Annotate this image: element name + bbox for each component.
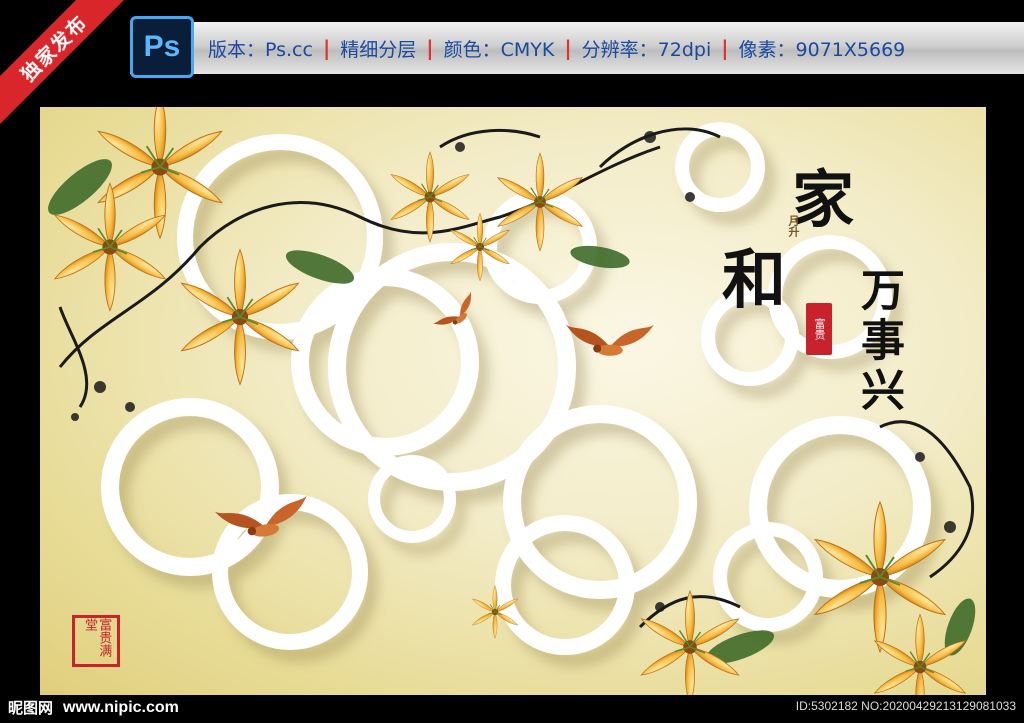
info-separator: |: [426, 36, 434, 60]
calligraphy-jia: 家: [792, 163, 855, 236]
info-layers: 精细分层: [340, 38, 417, 61]
calligraphy-wan-shi-xing: 万事兴: [853, 267, 904, 417]
site-url-link[interactable]: www.nipic.com: [63, 699, 179, 717]
info-separator: |: [721, 36, 729, 60]
image-id: ID:5302182 NO:20200429213129081033: [795, 699, 1016, 713]
site-name: 昵图网: [8, 699, 54, 717]
info-items: 版本：Ps.cc | 精细分层 | 颜色：CMYK | 分辨率：72dpi | …: [208, 22, 905, 74]
photoshop-logo-icon: Ps: [130, 16, 194, 78]
info-separator: |: [322, 36, 331, 60]
info-separator: |: [564, 36, 572, 60]
info-version: 版本：Ps.cc: [208, 38, 313, 61]
artwork-canvas: 家 和 万事兴 月升 富贵 富贵满堂: [40, 107, 986, 695]
calligraphy-small-inscription: 月升: [787, 215, 800, 237]
red-seal: 富贵: [806, 303, 832, 355]
red-stamp: 富贵满堂: [72, 615, 120, 667]
info-pixels: 像素：9071X5669: [738, 38, 906, 61]
calligraphy-he: 和: [722, 243, 786, 318]
info-resolution: 分辨率：72dpi: [581, 38, 712, 61]
footer-branding: 昵图网 www.nipic.com: [8, 697, 179, 718]
info-color: 颜色：CMYK: [443, 38, 555, 61]
